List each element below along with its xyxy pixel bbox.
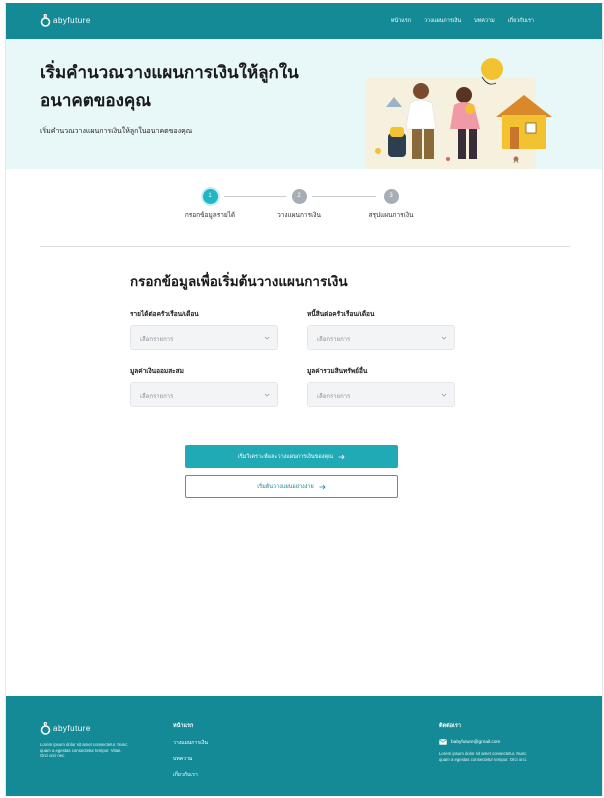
- simple-plan-button[interactable]: เริ่มต้นวางแผนอย่างง่าย: [185, 475, 398, 498]
- footer-contact-title: ติดต่อเรา: [439, 723, 461, 729]
- assets-label: มูลค่ารวมสินทรัพย์อื่น: [307, 368, 368, 375]
- step-3[interactable]: 3 สรุปแผนการเงิน: [351, 189, 431, 220]
- chevron-down-icon: [441, 336, 447, 340]
- nav-articles[interactable]: บทความ: [474, 17, 495, 25]
- step-3-number: 3: [383, 189, 399, 204]
- arrow-right-icon: [338, 454, 345, 459]
- savings-field: มูลค่าเงินออมสะสม เลือกรายการ: [130, 366, 278, 407]
- debt-placeholder: เลือกรายการ: [317, 337, 351, 343]
- form-title: กรอกข้อมูลเพื่อเริ่มต้นวางแผนการเงิน: [130, 274, 348, 289]
- chevron-down-icon: [441, 393, 447, 397]
- brand-logo[interactable]: abyfuture: [40, 14, 91, 27]
- section-divider: [40, 246, 570, 247]
- savings-label: มูลค่าเงินออมสะสม: [130, 368, 184, 375]
- arrow-right-icon: [319, 484, 326, 489]
- hero-subtitle: เริ่มคำนวณวางแผนการเงินให้ลูกในอนาคตของค…: [40, 128, 193, 135]
- footer-link-articles[interactable]: บทความ: [173, 755, 208, 763]
- assets-select[interactable]: เลือกรายการ: [307, 382, 455, 407]
- income-select[interactable]: เลือกรายการ: [130, 325, 278, 350]
- top-navbar: abyfuture หน้าแรก วางแผนการเงิน บทความ เ…: [6, 3, 602, 39]
- logo-text: abyfuture: [53, 16, 91, 25]
- nav-home[interactable]: หน้าแรก: [391, 17, 411, 25]
- page: abyfuture หน้าแรก วางแผนการเงิน บทความ เ…: [5, 3, 603, 796]
- footer-email-text: babyfuture@gmail.com: [451, 739, 501, 745]
- step-1[interactable]: 1 กรอกข้อมูลรายได้: [170, 189, 250, 220]
- footer-links-title[interactable]: หน้าแรก: [173, 722, 208, 730]
- family-illustration: [366, 58, 552, 169]
- analyze-plan-label: เริ่มวิเคราะห์และวางแผนการเงินของคุณ: [237, 453, 334, 460]
- footer-link-plan[interactable]: วางแผนการเงิน: [173, 739, 208, 747]
- chevron-down-icon: [264, 393, 270, 397]
- debt-field: หนี้สินต่อครัวเรือน/เดือน เลือกรายการ: [307, 309, 455, 350]
- step-3-label: สรุปแผนการเงิน: [368, 212, 414, 219]
- progress-stepper: 1 กรอกข้อมูลรายได้ 2 วางแผนการเงิน 3 สรุ…: [166, 189, 436, 229]
- footer-links: หน้าแรก วางแผนการเงิน บทความ เกี่ยวกับเร…: [173, 722, 208, 787]
- footer-description: Lorem ipsum dolor sit amet consectetur. …: [40, 742, 128, 759]
- income-placeholder: เลือกรายการ: [140, 337, 174, 343]
- footer-logo-text: abyfuture: [53, 724, 91, 733]
- nav-plan[interactable]: วางแผนการเงิน: [424, 17, 461, 25]
- footer-contact: ติดต่อเรา babyfuture@gmail.com Lorem ips…: [439, 722, 529, 762]
- hero-title: เริ่มคำนวณวางแผนการเงินให้ลูกในอนาคตของค…: [40, 63, 299, 110]
- step-2-label: วางแผนการเงิน: [277, 212, 321, 219]
- footer-logo[interactable]: abyfuture: [40, 722, 91, 735]
- assets-field: มูลค่ารวมสินทรัพย์อื่น เลือกรายการ: [307, 366, 455, 407]
- income-field: รายได้ต่อครัวเรือน/เดือน เลือกรายการ: [130, 309, 278, 350]
- analyze-plan-button[interactable]: เริ่มวิเคราะห์และวางแผนการเงินของคุณ: [185, 445, 398, 468]
- savings-select[interactable]: เลือกรายการ: [130, 382, 278, 407]
- savings-placeholder: เลือกรายการ: [140, 394, 174, 400]
- step-2-number: 2: [291, 189, 307, 204]
- simple-plan-label: เริ่มต้นวางแผนอย่างง่าย: [257, 483, 314, 490]
- footer-address: Lorem ipsum dolor sit amet consectetur. …: [439, 751, 527, 762]
- assets-placeholder: เลือกรายการ: [317, 394, 351, 400]
- mail-icon: [439, 739, 447, 745]
- step-1-label: กรอกข้อมูลรายได้: [184, 212, 236, 219]
- chevron-down-icon: [264, 336, 270, 340]
- hero-section: เริ่มคำนวณวางแผนการเงินให้ลูกในอนาคตของค…: [6, 39, 602, 169]
- baby-logo-icon: [40, 722, 51, 735]
- footer: abyfuture Lorem ipsum dolor sit amet con…: [6, 696, 602, 796]
- debt-select[interactable]: เลือกรายการ: [307, 325, 455, 350]
- main-nav: หน้าแรก วางแผนการเงิน บทความ เกี่ยวกับเร…: [391, 17, 534, 25]
- income-label: รายได้ต่อครัวเรือน/เดือน: [130, 311, 199, 318]
- baby-logo-icon: [40, 14, 51, 27]
- step-1-number: 1: [202, 189, 218, 204]
- debt-label: หนี้สินต่อครัวเรือน/เดือน: [307, 311, 375, 318]
- step-2[interactable]: 2 วางแผนการเงิน: [259, 189, 339, 220]
- footer-email[interactable]: babyfuture@gmail.com: [439, 739, 529, 745]
- nav-about[interactable]: เกี่ยวกับเรา: [508, 17, 534, 25]
- footer-link-about[interactable]: เกี่ยวกับเรา: [173, 771, 208, 779]
